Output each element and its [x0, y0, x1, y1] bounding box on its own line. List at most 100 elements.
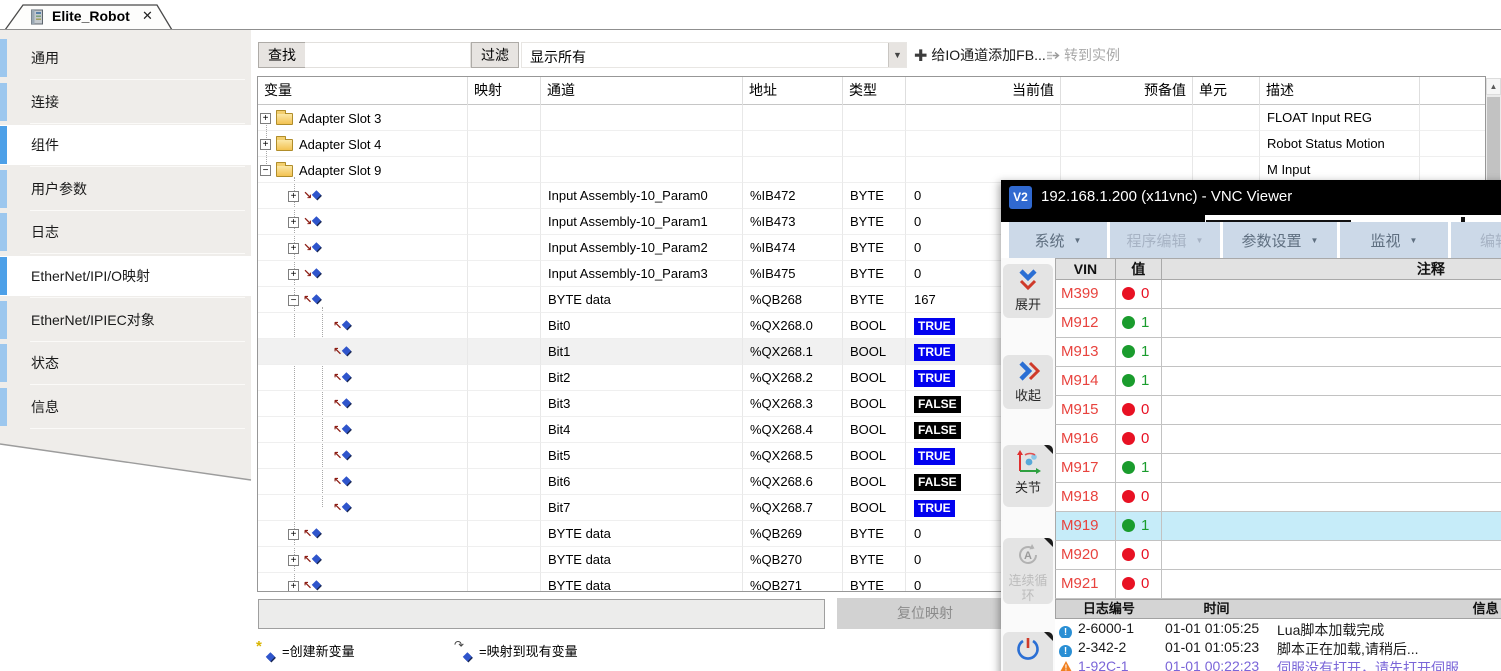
pendant-log-panel: 日志编号时间信息!2-6000-101-01 01:05:25Lua脚本加载完成… — [1055, 599, 1501, 671]
expand-plus-icon[interactable]: + — [288, 555, 299, 566]
sidebar-item-7[interactable]: 状态 — [0, 343, 251, 383]
log-message: Lua脚本加载完成 — [1277, 620, 1384, 640]
sidebar-item-8[interactable]: 信息 — [0, 387, 251, 427]
io-cell: Bit4 — [541, 417, 743, 443]
io-cell: %IB473 — [743, 209, 843, 235]
monitor-row[interactable]: M9121 — [1055, 309, 1501, 338]
menu-1[interactable]: 程序编辑▼ — [1110, 222, 1220, 258]
io-cell: FLOAT Input REG — [1260, 105, 1420, 131]
monitor-row[interactable]: M9191 — [1055, 512, 1501, 541]
expand-plus-icon[interactable]: + — [288, 269, 299, 280]
log-row[interactable]: !1-92C-101-01 00:22:23伺服没有打开，请先打开伺服 — [1055, 657, 1501, 671]
scrollbar-thumb[interactable] — [1487, 97, 1500, 185]
side-button-joint[interactable]: 关节 — [1003, 445, 1053, 507]
log-message: 伺服没有打开，请先打开伺服 — [1277, 658, 1459, 671]
io-cell — [468, 547, 541, 573]
log-row[interactable]: !2-342-201-01 01:05:23脚本正在加载,请稍后... — [1055, 638, 1501, 657]
io-cell — [468, 235, 541, 261]
io-cell: %QX268.0 — [743, 313, 843, 339]
monitor-row[interactable]: M9180 — [1055, 483, 1501, 512]
diamond-glyph: ◆ — [312, 287, 321, 311]
menu-2[interactable]: 参数设置▼ — [1223, 222, 1337, 258]
monitor-row[interactable]: M9171 — [1055, 454, 1501, 483]
expand-plus-icon[interactable]: + — [288, 217, 299, 228]
expand-plus-icon[interactable]: + — [260, 113, 271, 124]
collapse-minus-icon[interactable]: − — [288, 295, 299, 306]
io-table-row[interactable]: +Adapter Slot 4Robot Status Motion — [258, 131, 1485, 157]
filter-dropdown-value: 显示所有 — [530, 47, 586, 67]
io-cell: +↖◆ — [258, 521, 468, 547]
io-cell: Input Assembly-10_Param2 — [541, 235, 743, 261]
menu-3[interactable]: 监视▼ — [1340, 222, 1448, 258]
io-cell: BYTE — [843, 547, 906, 573]
comment-cell — [1162, 280, 1501, 308]
vnc-window-title: 192.168.1.200 (x11vnc) - VNC Viewer — [1041, 188, 1292, 205]
variable-name: Adapter Slot 9 — [299, 163, 381, 178]
goto-instance-button[interactable]: 转到实例 — [1046, 45, 1120, 67]
comment-cell — [1162, 338, 1501, 366]
expand-plus-icon[interactable]: + — [288, 191, 299, 202]
io-cell: −↖◆ — [258, 287, 468, 313]
folder-icon — [276, 139, 293, 151]
log-row[interactable]: !2-6000-101-01 01:05:25Lua脚本加载完成 — [1055, 619, 1501, 638]
scrollbar-up-icon[interactable]: ▲ — [1486, 78, 1501, 95]
sidebar-item-1[interactable]: 连接 — [0, 82, 251, 122]
io-cell: BYTE data — [541, 521, 743, 547]
menu-0[interactable]: 系统▼ — [1009, 222, 1107, 258]
monitor-row[interactable]: M9200 — [1055, 541, 1501, 570]
add-fb-button[interactable]: ✚给IO通道添加FB... — [914, 45, 1046, 67]
tab-elite-robot[interactable]: Elite_Robot ✕ — [4, 2, 176, 30]
monitor-row[interactable]: M9160 — [1055, 425, 1501, 454]
vin-monitor-table: VIN值注释M3990M9121M9131M9141M9150M9160M917… — [1055, 258, 1501, 280]
reset-mapping-button[interactable]: 复位映射 — [837, 598, 1013, 629]
folder-icon — [276, 165, 293, 177]
bool-value-badge: TRUE — [914, 448, 955, 465]
io-table-row[interactable]: +Adapter Slot 3FLOAT Input REG — [258, 105, 1485, 131]
expand-plus-icon[interactable]: + — [260, 139, 271, 150]
side-button-auto-loop[interactable]: A连续循环 — [1003, 538, 1053, 604]
expand-plus-icon[interactable]: + — [288, 529, 299, 540]
vnc-viewer-window: V2 192.168.1.200 (x11vnc) - VNC Viewer 系… — [1001, 180, 1501, 671]
diamond-glyph: ◆ — [342, 391, 351, 415]
vnc-titlebar[interactable]: V2 192.168.1.200 (x11vnc) - VNC Viewer — [1001, 180, 1501, 215]
diamond-glyph: ◆ — [312, 521, 321, 545]
collapse-minus-icon[interactable]: − — [260, 165, 271, 176]
sidebar-item-3[interactable]: 用户参数 — [0, 169, 251, 209]
side-button-power[interactable] — [1003, 632, 1053, 671]
io-cell: ↖◆ — [258, 495, 468, 521]
tab-close-icon[interactable]: ✕ — [142, 8, 153, 24]
monitor-row[interactable]: M9141 — [1055, 367, 1501, 396]
sidebar-item-5[interactable]: EtherNet/IPI/O映射 — [0, 256, 251, 296]
io-cell: BOOL — [843, 417, 906, 443]
monitor-row[interactable]: M9210 — [1055, 570, 1501, 599]
io-cell: BYTE data — [541, 547, 743, 573]
filter-dropdown[interactable]: 显示所有 ▼ — [521, 42, 907, 68]
io-cell — [468, 105, 541, 131]
sidebar-item-6[interactable]: EtherNet/IPIEC对象 — [0, 300, 251, 340]
sidebar-item-4[interactable]: 日志 — [0, 212, 251, 252]
expand-plus-icon[interactable]: + — [288, 581, 299, 592]
sidebar-item-0[interactable]: 通用 — [0, 38, 251, 78]
io-cell: Robot Status Motion — [1260, 131, 1420, 157]
monitor-row[interactable]: M3990 — [1055, 280, 1501, 309]
monitor-row[interactable]: M9150 — [1055, 396, 1501, 425]
find-input[interactable] — [305, 42, 471, 68]
sidebar-item-2[interactable]: 组件 — [0, 125, 251, 165]
diamond-glyph: ◆ — [342, 443, 351, 467]
corner-triangle-icon — [1044, 538, 1053, 547]
vin-cell: M915 — [1056, 396, 1116, 424]
expand-plus-icon[interactable]: + — [288, 243, 299, 254]
red-dot-icon — [1122, 490, 1135, 503]
io-cell: Bit0 — [541, 313, 743, 339]
menu-4[interactable]: 编辑按▼ — [1451, 222, 1501, 258]
side-button-expand[interactable]: 展开 — [1003, 264, 1053, 318]
side-button-collapse[interactable]: 收起 — [1003, 355, 1053, 409]
io-cell — [906, 131, 1061, 157]
chevron-down-icon: ▼ — [1074, 236, 1082, 245]
monitor-row[interactable]: M9131 — [1055, 338, 1501, 367]
sidebar-item-stripe — [0, 344, 7, 382]
output-channel-icon: ↖◆ — [334, 396, 351, 413]
chevron-down-icon[interactable]: ▼ — [888, 43, 906, 67]
output-channel-icon: ↖◆ — [304, 578, 321, 592]
plus-icon: ✚ — [914, 48, 927, 65]
